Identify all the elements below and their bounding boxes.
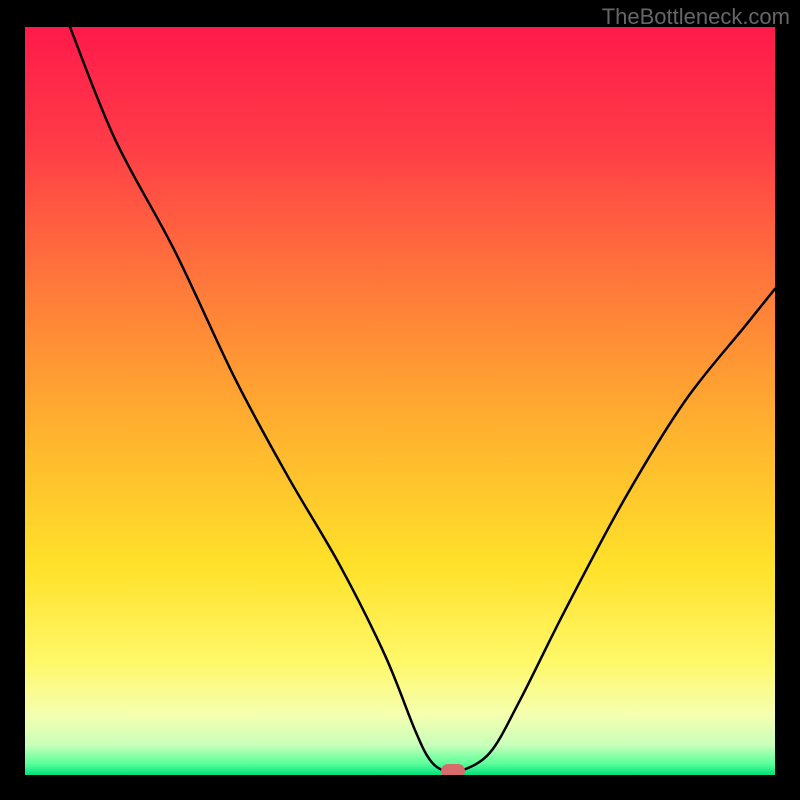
chart-plot-area xyxy=(25,27,775,775)
chart-marker xyxy=(441,764,465,775)
watermark-text: TheBottleneck.com xyxy=(602,4,790,30)
chart-curve xyxy=(25,27,775,775)
